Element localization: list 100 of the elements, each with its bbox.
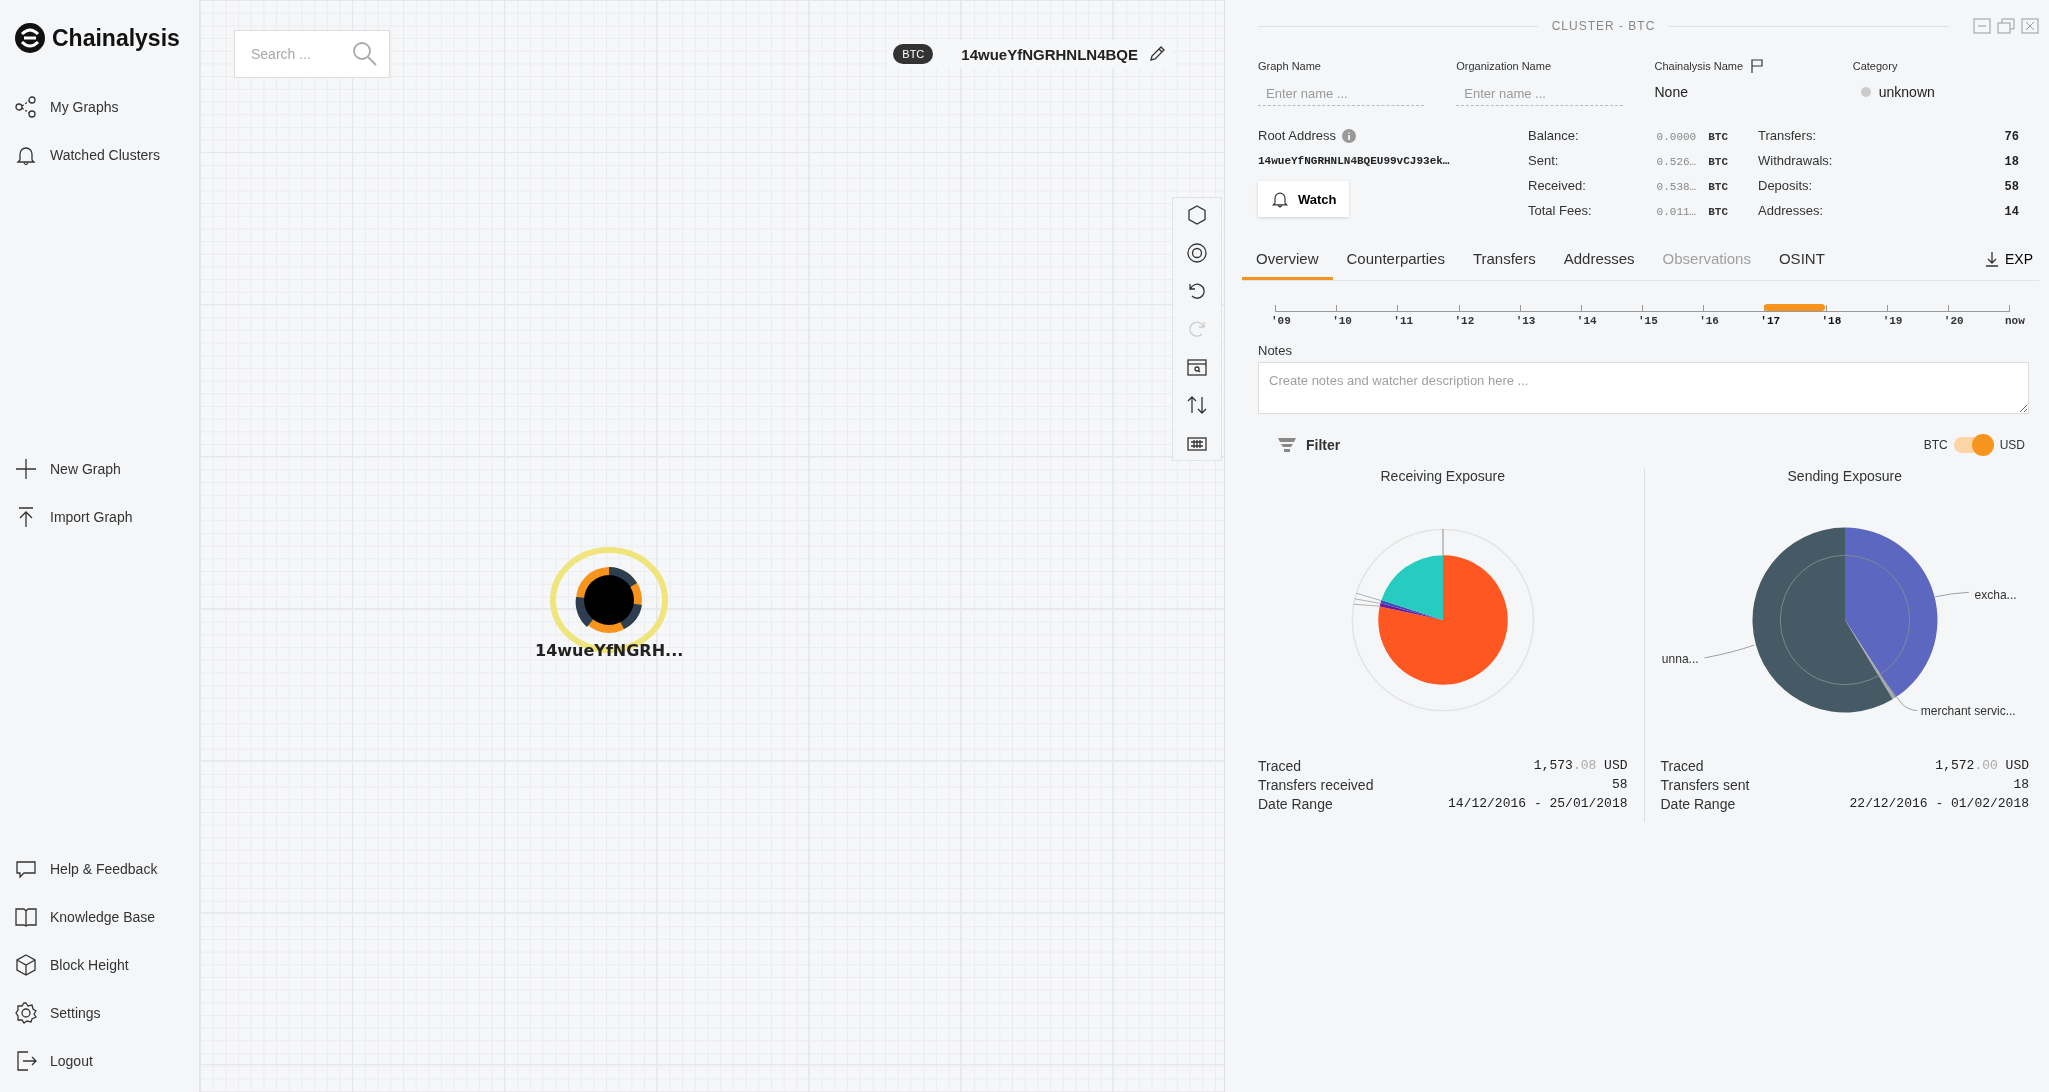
sidebar-item[interactable]: Help & Feedback [14,856,199,882]
name-input[interactable]: Enter name ... [1258,82,1425,106]
search-icon [352,41,378,67]
stat-value: 58 [2004,180,2019,194]
toggle-label: BTC [1923,438,1948,452]
field-value: None [1654,84,1689,100]
hexagon-icon[interactable] [1186,204,1208,226]
stat-label: Balance: [1528,128,1580,145]
stat-label: Date Range [1258,796,1334,812]
year-label: '09 [1271,315,1291,327]
flag-icon[interactable] [1751,59,1764,73]
leader-line [1934,591,1970,598]
node-label: 14wueYfNGRH... [535,641,684,660]
swap-arrows-icon[interactable] [1186,394,1208,416]
stat-value: 58 [1610,777,1628,793]
year-label: '12 [1454,315,1475,327]
notes-field[interactable]: Create notes and watcher description here ... [1258,362,2029,414]
stat-value: 18 [2012,777,2029,793]
info-icon[interactable] [1342,128,1357,143]
category-value: unknown [1878,84,1935,100]
pencil-icon[interactable] [1148,45,1166,63]
currency-switch[interactable] [1953,437,1994,453]
sidebar-item[interactable]: Settings [14,1000,199,1026]
stat-label: Traced [1258,758,1303,774]
stat-value: 0.538… [1656,181,1697,193]
tab[interactable]: Counterparties [1332,244,1459,280]
year-label: '10 [1332,315,1352,327]
book-icon [14,905,38,929]
year-label: '20 [1943,315,1964,327]
chart-title: Sending Exposure [1787,468,1902,484]
currency-badge: BTC [893,44,934,64]
stat-unit: BTC [1708,181,1728,193]
tab[interactable]: Transfers [1458,244,1550,280]
stat-value: 76 [2004,130,2019,144]
year-label: '17 [1760,315,1781,327]
stat-label: Transfers: [1758,128,1818,145]
stat-value: 1,572.00 USD [1934,758,2029,774]
stat-label: Traced [1660,758,1705,774]
sidebar-item[interactable]: Knowledge Base [14,904,199,930]
stat-value: 14 [2004,205,2019,219]
tab[interactable]: Addresses [1549,244,1649,280]
tab[interactable]: Overview [1242,244,1333,280]
watch-button[interactable]: Watch [1258,181,1349,217]
nodes-icon [14,95,38,119]
sidebar-item[interactable]: Import Graph [14,504,199,530]
stat-unit: BTC [1708,156,1728,168]
sidebar-item[interactable]: Watched Clusters [14,142,199,168]
stat-unit: BTC [1708,206,1728,218]
logo-text: Chainalysis [52,24,180,52]
stat-unit: BTC [1708,131,1728,143]
tab[interactable]: OSINT [1764,244,1839,280]
calendar-search-icon[interactable] [1186,356,1208,378]
year-label: '11 [1393,315,1414,327]
leader-line [1878,674,1918,712]
stat-label: Deposits: [1758,178,1814,195]
sidebar-item[interactable]: Logout [14,1048,199,1074]
stat-label: Date Range [1660,796,1737,812]
plus-icon [14,457,38,481]
sidebar-item[interactable]: My Graphs [14,94,199,120]
close-icon[interactable] [2021,18,2039,34]
year-label: '16 [1699,315,1719,327]
export-button[interactable]: EXP [1979,244,2039,280]
stat-label: Sent: [1528,153,1560,170]
year-label: '19 [1882,315,1903,327]
filter-button[interactable]: Filter [1272,436,1347,454]
root-address-label: Root Address [1258,128,1337,143]
logout-icon [14,1049,38,1073]
stat-value: 0.0000 [1656,131,1697,143]
stat-value: 0.526… [1656,156,1697,168]
year-label: '15 [1638,315,1658,327]
leader-line [1442,528,1444,556]
field-label: Chainalysis Name [1654,60,1744,72]
slice-label: excha... [1974,587,2017,602]
field-label: Category [1852,60,1898,72]
settings-icon [14,1001,38,1025]
target-icon[interactable] [1186,242,1208,264]
notes-label: Notes [1258,343,1293,358]
year-label: now [2005,315,2025,327]
stat-label: Received: [1528,178,1587,195]
stat-label: Addresses: [1758,203,1825,220]
stat-value: 0.011… [1656,206,1697,218]
toggle-label: USD [1999,438,2025,452]
name-input[interactable]: Enter name ... [1456,82,1623,106]
year-label: '18 [1821,315,1842,327]
graph-title: 14wueYfNGRHNLN4BQE [961,45,1138,63]
sidebar-item[interactable]: Block Height [14,952,199,978]
stat-value: 14/12/2016 - 25/01/2018 [1448,796,1628,812]
graph-canvas[interactable]: Search ... BTC 14wueYfNGRHNLN4BQE 14wueYfNGRH... [200,0,1225,1092]
leader-line [1703,644,1755,659]
stat-value: 22/12/2016 - 01/02/2018 [1849,796,2029,812]
sidebar-item[interactable]: New Graph [14,456,199,482]
field-label: Organization Name [1456,60,1552,72]
cube-icon [14,953,38,977]
search-field[interactable]: Search ... [234,30,390,78]
stat-label: Withdrawals: [1758,153,1834,170]
logo-icon [14,22,46,54]
stat-label: Total Fees: [1528,203,1593,220]
panel-title: CLUSTER - BTC [1551,19,1656,33]
field-label: Graph Name [1258,60,1321,72]
chart-title: Receiving Exposure [1380,468,1505,484]
